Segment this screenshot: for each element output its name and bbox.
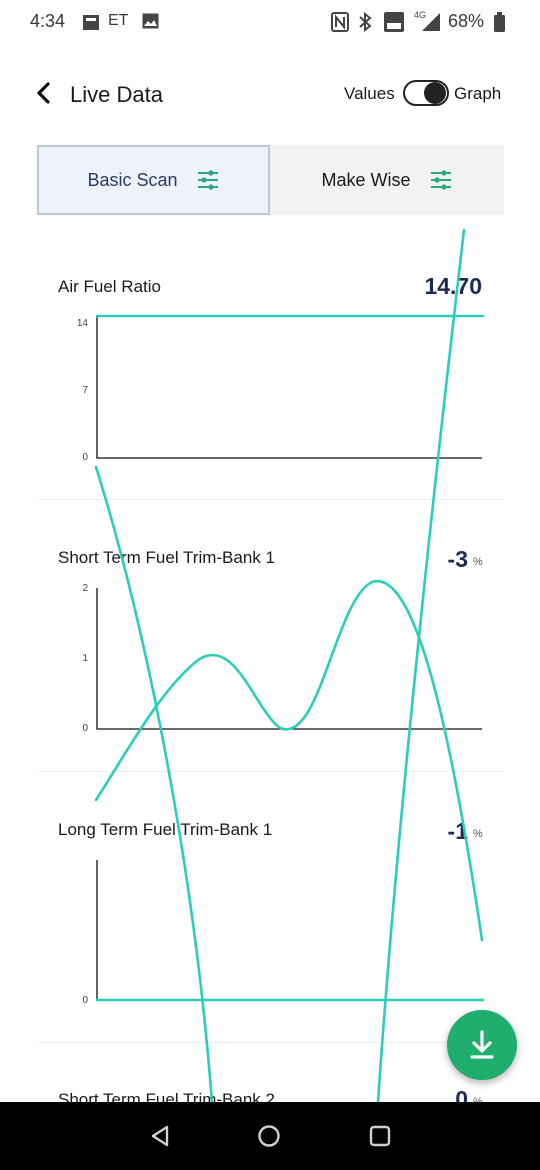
graph-axes-air-fuel-ratio bbox=[96, 316, 482, 459]
data-line-overflow bbox=[94, 465, 214, 1102]
system-nav-bar bbox=[0, 1102, 540, 1170]
circle-home-icon[interactable] bbox=[257, 1124, 281, 1148]
download-button[interactable] bbox=[447, 1010, 517, 1080]
square-recents-icon[interactable] bbox=[368, 1124, 392, 1148]
data-line-stft-bank1 bbox=[94, 579, 484, 942]
data-line-overflow bbox=[376, 228, 466, 1102]
live-graph-canvas bbox=[94, 228, 485, 1102]
triangle-back-icon[interactable] bbox=[148, 1124, 172, 1148]
download-icon bbox=[470, 1030, 494, 1059]
graph-axes-ltft-bank1 bbox=[96, 860, 482, 1001]
